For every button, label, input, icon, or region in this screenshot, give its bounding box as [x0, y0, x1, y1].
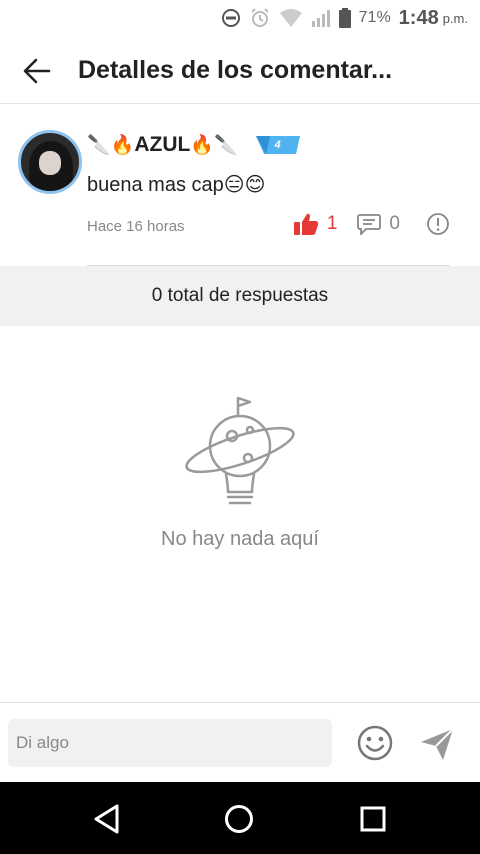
avatar-face [39, 151, 61, 175]
smiley-icon [357, 725, 393, 761]
nav-home-icon[interactable] [222, 802, 256, 836]
nav-back-icon[interactable] [90, 802, 124, 836]
battery-percent: 71% [358, 9, 391, 26]
thumbs-up-icon [293, 213, 319, 235]
like-button[interactable]: 1 [293, 212, 338, 236]
knife-emoji: 🔪 [214, 135, 238, 156]
comment-composer [0, 702, 480, 782]
comment-bubble-icon [357, 214, 382, 235]
report-button[interactable] [426, 212, 450, 236]
empty-state: No hay nada aquí [0, 326, 480, 702]
knife-emoji: 🔪 [87, 135, 111, 156]
wifi-icon [279, 9, 302, 27]
back-button[interactable] [20, 54, 54, 88]
comment-input[interactable] [8, 719, 332, 767]
alarm-icon [250, 8, 269, 27]
comment-card: 🔪 🔥 AZUL 🔥 🔪 4 buena mas cap😑😊 Hace 16 h… [0, 104, 480, 266]
emoji-button[interactable] [356, 724, 394, 762]
clock: 1:48 [398, 6, 439, 29]
username[interactable]: AZUL [134, 133, 190, 157]
nav-recents-icon[interactable] [356, 802, 390, 836]
page-title: Detalles de los comentar... [78, 56, 393, 84]
signal-icon [311, 10, 330, 27]
fire-emoji: 🔥 [110, 135, 135, 156]
battery-icon [338, 8, 351, 28]
status-icons: 71% 1:48 p.m. [221, 6, 468, 30]
empty-message: No hay nada aquí [161, 528, 319, 550]
comment-emojis: 😑😊 [223, 174, 266, 196]
avatar[interactable] [18, 130, 82, 194]
level-badge: 4 [255, 136, 300, 154]
status-bar: 71% 1:48 p.m. [0, 0, 480, 36]
send-button[interactable] [418, 725, 456, 763]
alert-circle-icon [427, 213, 449, 235]
comment-body: buena mas cap😑😊 [87, 172, 265, 197]
fire-emoji: 🔥 [190, 135, 215, 156]
system-nav-bar [0, 782, 480, 854]
comment-text: buena mas cap [87, 174, 224, 196]
reply-count: 0 [389, 213, 400, 234]
planet-lightbulb-icon [185, 396, 295, 505]
comment-timestamp: Hace 16 horas [87, 218, 185, 235]
reply-button[interactable]: 0 [357, 213, 400, 235]
replies-count-header: 0 total de respuestas [0, 266, 480, 326]
user-row: 🔪 🔥 AZUL 🔥 🔪 4 [87, 131, 300, 159]
send-icon [421, 728, 454, 760]
like-count: 1 [326, 213, 338, 234]
level-number: 4 [274, 139, 281, 151]
do-not-disturb-icon [221, 9, 240, 27]
comment-actions: 1 0 [273, 212, 450, 236]
app-bar: Detalles de los comentar... [0, 36, 480, 104]
back-arrow-icon [23, 58, 51, 84]
clock-ampm: p.m. [442, 10, 468, 26]
